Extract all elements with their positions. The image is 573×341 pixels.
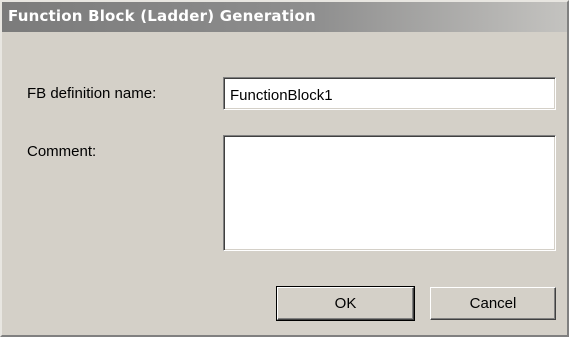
cancel-button-label: Cancel [469,295,517,312]
function-block-generation-dialog: Function Block (Ladder) Generation FB de… [0,0,569,337]
ok-button-label: OK [334,295,357,312]
fb-definition-name-input[interactable] [223,77,556,110]
dialog-title: Function Block (Ladder) Generation [8,7,316,25]
comment-label: Comment: [27,143,97,160]
cancel-button[interactable]: Cancel [430,287,556,320]
ok-button[interactable]: OK [276,286,415,321]
fb-definition-name-label: FB definition name: [27,85,157,102]
comment-textarea[interactable] [223,135,556,251]
title-bar[interactable]: Function Block (Ladder) Generation [2,2,567,32]
